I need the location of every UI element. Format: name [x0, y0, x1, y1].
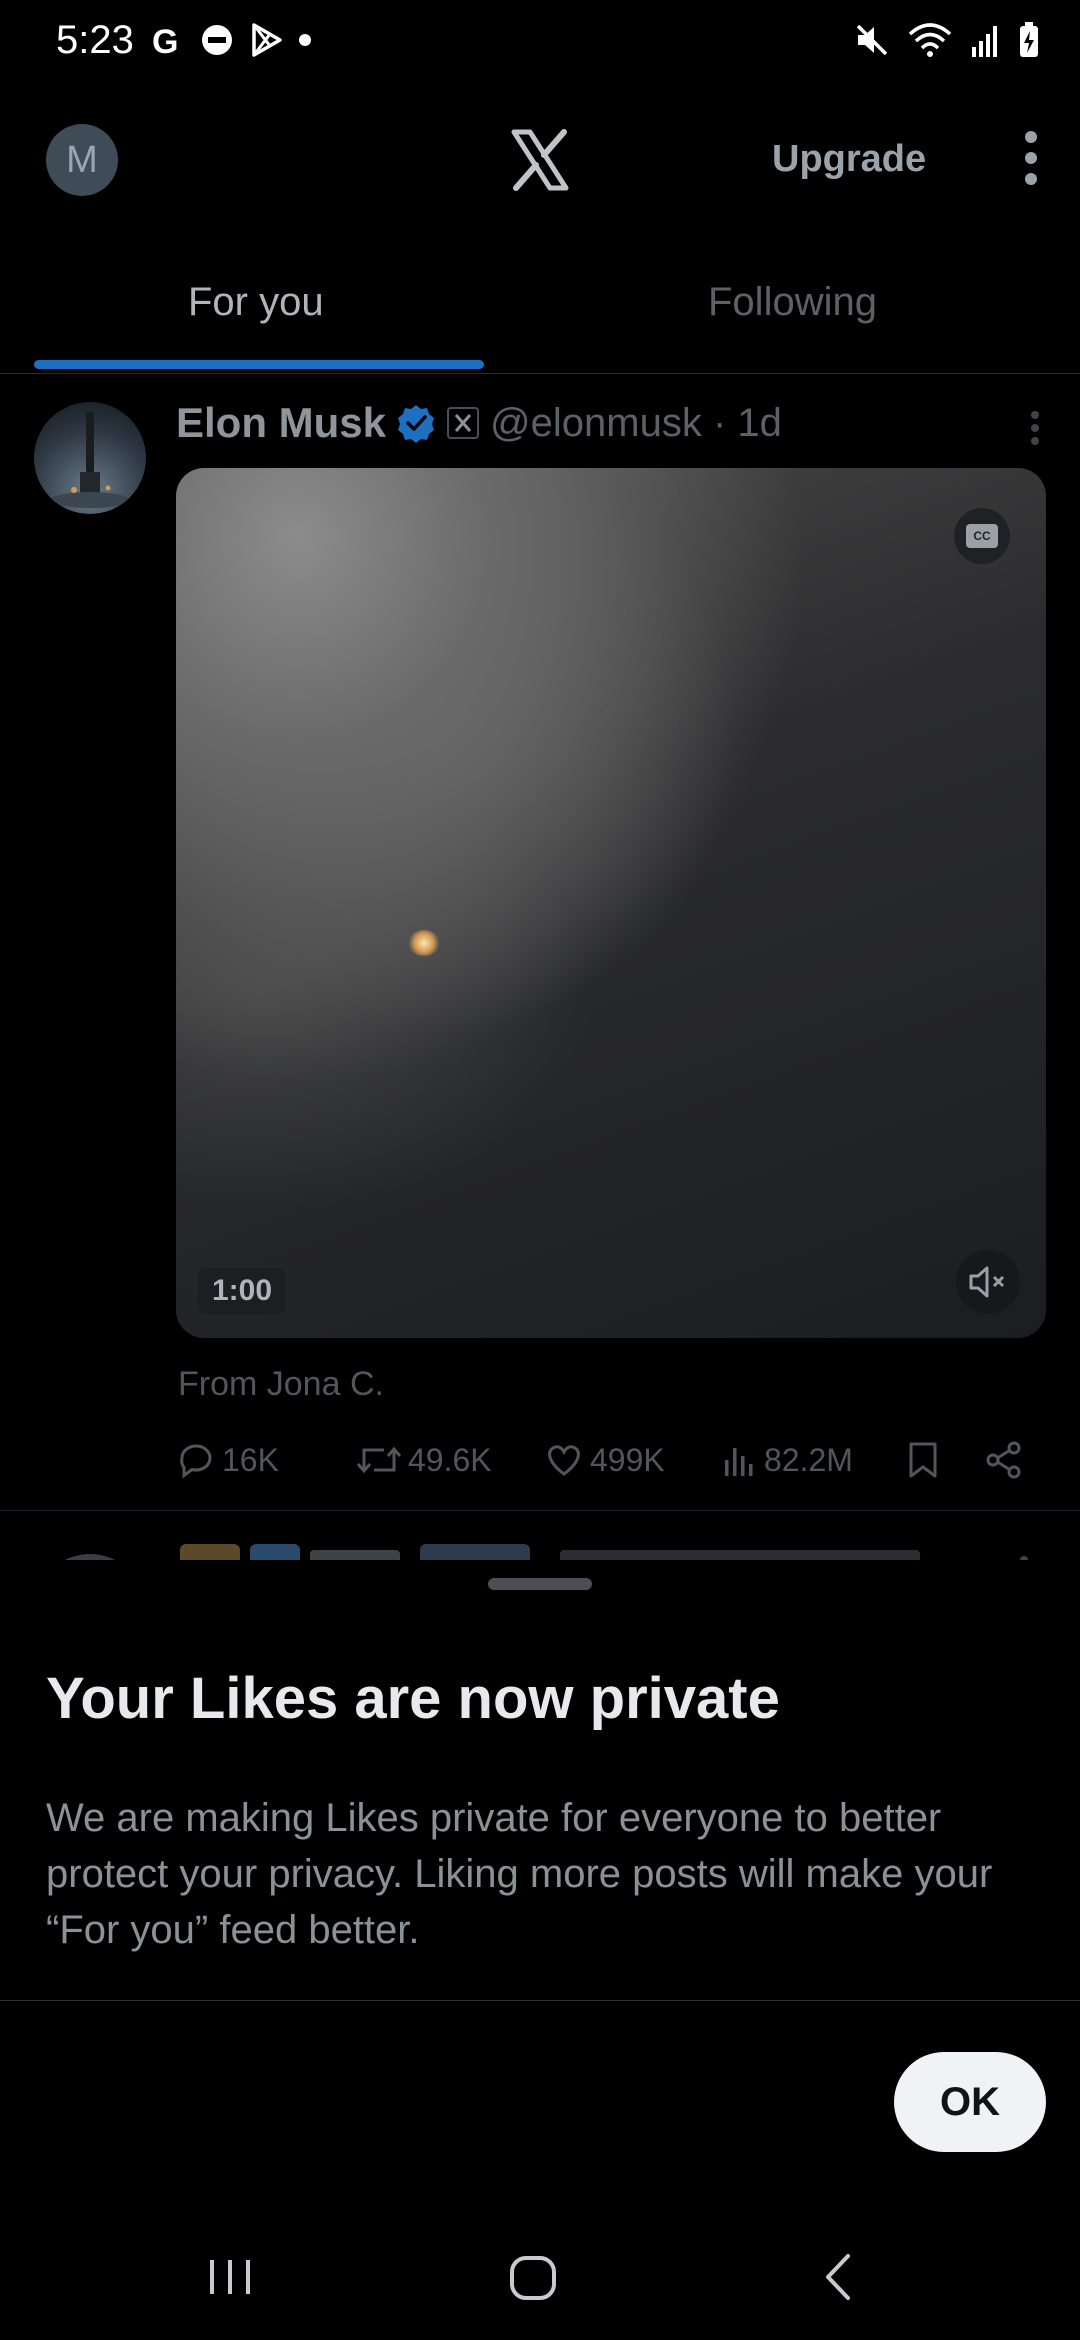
views-count: 82.2M [764, 1441, 853, 1478]
post-source: From Jona C. [178, 1365, 384, 1403]
post-more-icon[interactable] [1030, 410, 1040, 446]
video-mute-button[interactable] [956, 1250, 1020, 1314]
play-store-icon [248, 22, 284, 58]
status-time: 5:23 [56, 18, 134, 62]
author-handle-time: @elonmusk · 1d [490, 400, 782, 445]
active-tab-indicator [34, 360, 484, 369]
google-icon: G [150, 22, 186, 58]
reply-button[interactable]: 16K [176, 1440, 279, 1480]
share-icon [986, 1441, 1021, 1479]
svg-text:G: G [152, 23, 178, 58]
notification-dot-icon [298, 33, 312, 47]
tab-following[interactable]: Following [708, 280, 877, 325]
bookmark-icon [909, 1442, 937, 1478]
speaker-muted-icon [969, 1266, 1005, 1298]
sheet-drag-handle[interactable] [488, 1578, 592, 1590]
status-right-icons [854, 22, 1040, 58]
sheet-title: Your Likes are now private [46, 1666, 780, 1731]
sheet-divider [0, 2000, 1080, 2001]
closed-captions-button[interactable]: CC [954, 508, 1010, 564]
status-left-icons: G [150, 22, 312, 58]
profile-avatar[interactable]: M [46, 124, 118, 196]
video-duration: 1:00 [198, 1268, 287, 1314]
share-button[interactable] [984, 1440, 1024, 1480]
do-not-disturb-icon [200, 23, 234, 57]
upgrade-button[interactable]: Upgrade [772, 138, 926, 181]
repost-count: 49.6K [408, 1441, 492, 1478]
reply-count: 16K [222, 1441, 279, 1478]
post-header: Elon Musk @elonmusk · 1d [176, 398, 782, 448]
post-actions: 16K 49.6K 499K 82.2M [176, 1440, 1046, 1490]
battery-charging-icon [1018, 22, 1040, 58]
back-icon[interactable] [818, 2252, 858, 2302]
recent-apps-icon[interactable] [206, 2252, 254, 2300]
post-video[interactable]: CC 1:00 [176, 468, 1046, 1338]
like-button[interactable]: 499K [544, 1440, 665, 1480]
bookmark-button[interactable] [906, 1440, 940, 1480]
ok-button[interactable]: OK [894, 2052, 1046, 2152]
verified-badge-icon [396, 403, 436, 443]
repost-button[interactable]: 49.6K [356, 1440, 492, 1480]
like-count: 499K [590, 1441, 665, 1478]
x-logo-icon[interactable] [508, 128, 572, 192]
cc-icon: CC [966, 524, 998, 548]
reply-icon [180, 1444, 212, 1479]
author-avatar[interactable] [34, 402, 146, 514]
app-header: M Upgrade [0, 100, 1080, 220]
system-nav-bar [0, 2220, 1080, 2340]
signal-icon [970, 23, 1000, 57]
views-button[interactable]: 82.2M [722, 1440, 853, 1480]
author-name[interactable]: Elon Musk [176, 399, 386, 447]
heart-icon [548, 1445, 580, 1476]
repost-icon [356, 1446, 402, 1474]
mute-icon [854, 22, 890, 58]
home-icon[interactable] [508, 2252, 558, 2302]
status-bar: 5:23 G [0, 0, 1080, 90]
feed-tabs: For you Following [0, 250, 1080, 374]
post[interactable]: Elon Musk @elonmusk · 1d CC 1:00 From Jo… [0, 380, 1080, 1511]
rocket-flame [408, 930, 440, 956]
more-options-icon[interactable] [1024, 130, 1038, 186]
views-icon [725, 1448, 753, 1476]
wifi-icon [908, 22, 952, 58]
tab-for-you[interactable]: For you [188, 280, 324, 325]
sheet-body: We are making Likes private for everyone… [46, 1796, 993, 1952]
x-affiliate-badge-icon [446, 406, 480, 440]
